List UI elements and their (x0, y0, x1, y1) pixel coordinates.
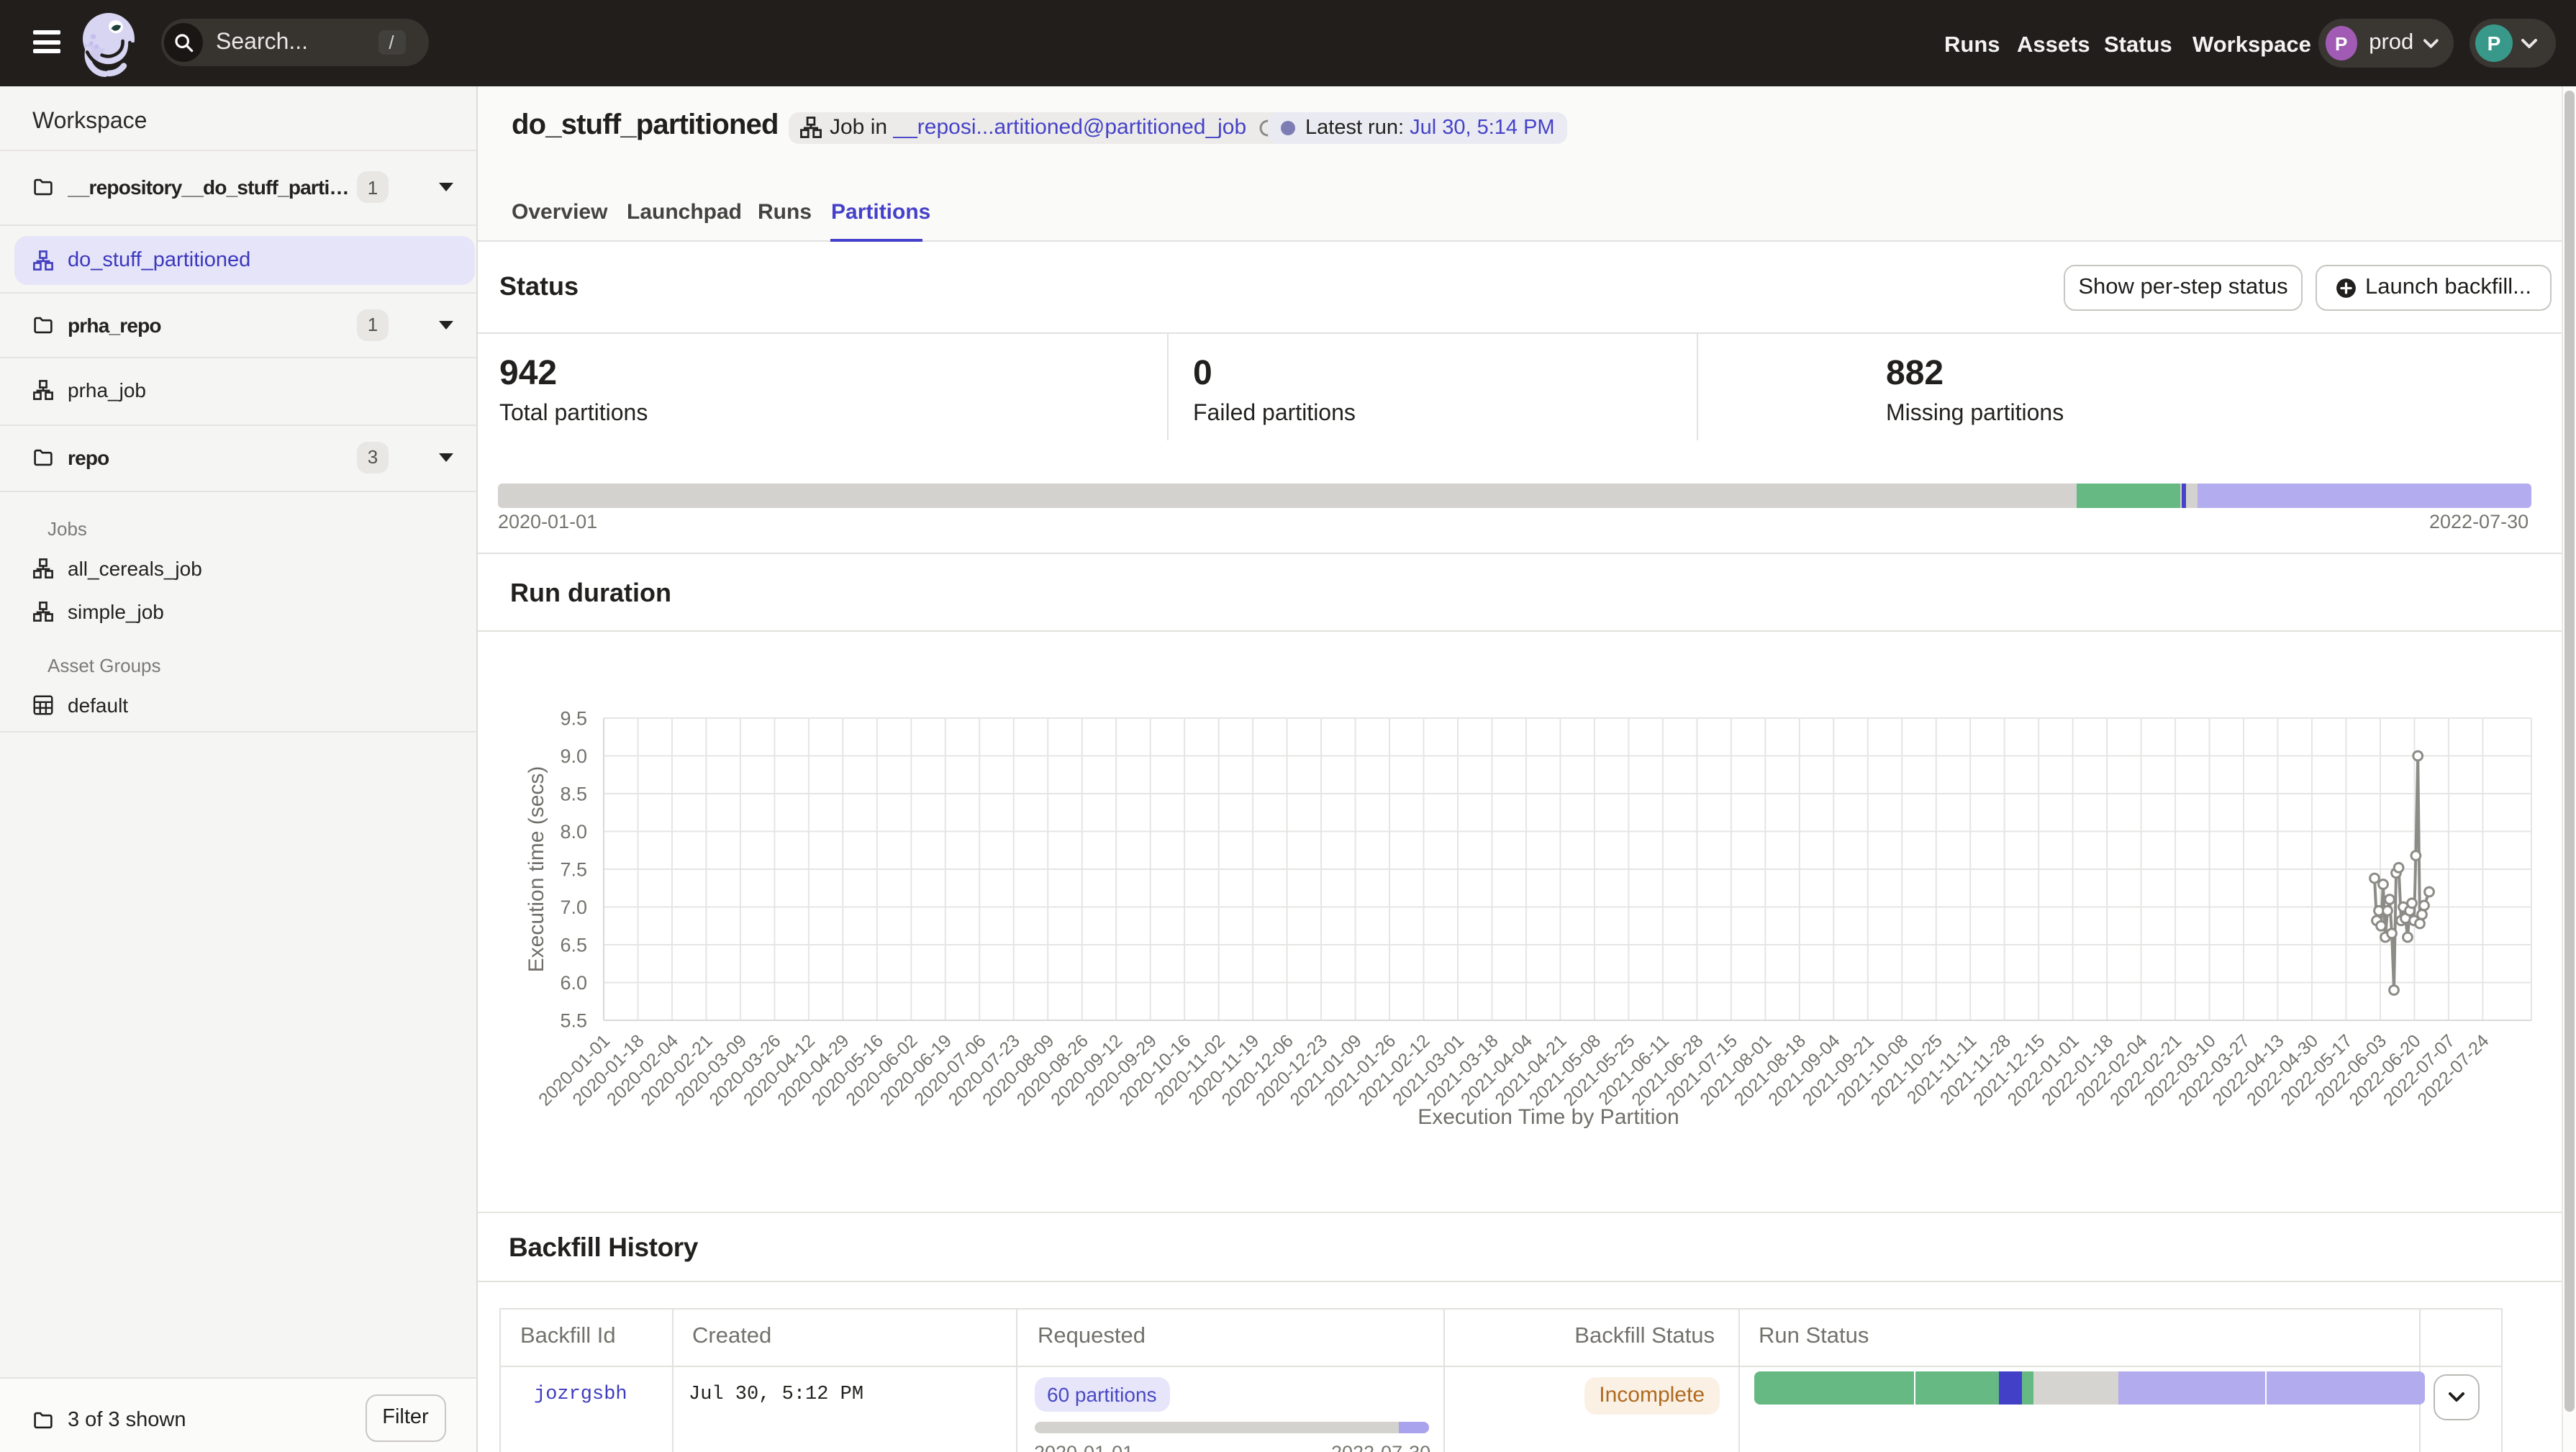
svg-text:Execution time (secs): Execution time (secs) (524, 766, 548, 973)
svg-text:7.5: 7.5 (559, 859, 586, 881)
svg-text:9.0: 9.0 (559, 745, 586, 767)
svg-text:6.0: 6.0 (559, 972, 586, 994)
svg-text:7.0: 7.0 (559, 897, 586, 918)
svg-text:8.5: 8.5 (559, 784, 586, 805)
svg-text:8.0: 8.0 (559, 821, 586, 843)
svg-text:5.5: 5.5 (559, 1010, 586, 1032)
svg-text:9.5: 9.5 (559, 708, 586, 730)
svg-text:6.5: 6.5 (559, 935, 586, 956)
svg-text:Execution Time by Partition: Execution Time by Partition (1417, 1105, 1679, 1129)
